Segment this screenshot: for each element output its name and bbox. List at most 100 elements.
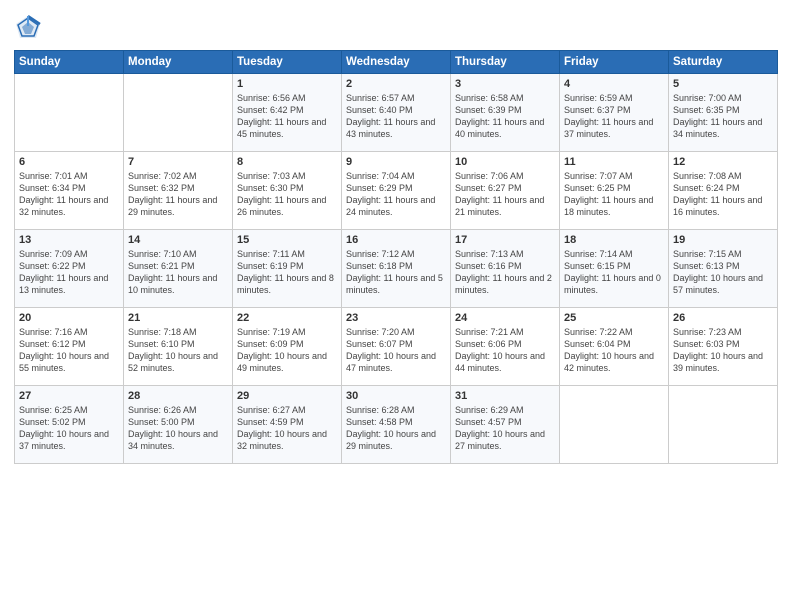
day-cell: 24 Sunrise: 7:21 AMSunset: 6:06 PMDayligh… [451, 308, 560, 386]
day-content: Sunrise: 6:26 AMSunset: 5:00 PMDaylight:… [128, 404, 228, 453]
day-content: Sunrise: 7:20 AMSunset: 6:07 PMDaylight:… [346, 326, 446, 375]
day-content: Sunrise: 7:21 AMSunset: 6:06 PMDaylight:… [455, 326, 555, 375]
day-number: 1 [237, 78, 337, 90]
day-content: Sunrise: 7:15 AMSunset: 6:13 PMDaylight:… [673, 248, 773, 297]
day-number: 6 [19, 156, 119, 168]
day-number: 23 [346, 312, 446, 324]
day-content: Sunrise: 7:00 AMSunset: 6:35 PMDaylight:… [673, 92, 773, 141]
day-number: 28 [128, 390, 228, 402]
calendar-page: SundayMondayTuesdayWednesdayThursdayFrid… [0, 0, 792, 612]
day-cell: 27Sunrise: 6:25 AMSunset: 5:02 PMDayligh… [15, 386, 124, 464]
day-content: Sunrise: 7:11 AMSunset: 6:19 PMDaylight:… [237, 248, 337, 297]
day-cell: 28 Sunrise: 6:26 AMSunset: 5:00 PMDayligh… [124, 386, 233, 464]
day-cell: 16 Sunrise: 7:12 AMSunset: 6:18 PMDayligh… [342, 230, 451, 308]
day-number: 24 [455, 312, 555, 324]
day-content: Sunrise: 7:02 AMSunset: 6:32 PMDaylight:… [128, 170, 228, 219]
day-content: Sunrise: 6:58 AMSunset: 6:39 PMDaylight:… [455, 92, 555, 141]
day-content: Sunrise: 6:59 AMSunset: 6:37 PMDaylight:… [564, 92, 664, 141]
col-header-sunday: Sunday [15, 51, 124, 74]
day-number: 26 [673, 312, 773, 324]
day-cell: 21Sunrise: 7:18 AMSunset: 6:10 PMDayligh… [124, 308, 233, 386]
day-number: 7 [128, 156, 228, 168]
day-cell: 2Sunrise: 6:57 AMSunset: 6:40 PMDaylight… [342, 74, 451, 152]
day-cell: 3 Sunrise: 6:58 AMSunset: 6:39 PMDaylight… [451, 74, 560, 152]
day-content: Sunrise: 6:28 AMSunset: 4:58 PMDaylight:… [346, 404, 446, 453]
col-header-monday: Monday [124, 51, 233, 74]
day-number: 30 [346, 390, 446, 402]
day-number: 17 [455, 234, 555, 246]
day-cell [124, 74, 233, 152]
day-number: 11 [564, 156, 664, 168]
day-cell [560, 386, 669, 464]
day-cell: 6 Sunrise: 7:01 AMSunset: 6:34 PMDaylight… [15, 152, 124, 230]
day-number: 19 [673, 234, 773, 246]
day-number: 31 [455, 390, 555, 402]
day-content: Sunrise: 7:19 AMSunset: 6:09 PMDaylight:… [237, 326, 337, 375]
day-cell: 11Sunrise: 7:07 AMSunset: 6:25 PMDayligh… [560, 152, 669, 230]
week-row-5: 27Sunrise: 6:25 AMSunset: 5:02 PMDayligh… [15, 386, 778, 464]
day-cell: 10Sunrise: 7:06 AMSunset: 6:27 PMDayligh… [451, 152, 560, 230]
calendar-table: SundayMondayTuesdayWednesdayThursdayFrid… [14, 50, 778, 464]
day-content: Sunrise: 7:08 AMSunset: 6:24 PMDaylight:… [673, 170, 773, 219]
day-number: 27 [19, 390, 119, 402]
day-cell: 8 Sunrise: 7:03 AMSunset: 6:30 PMDaylight… [233, 152, 342, 230]
header [14, 10, 778, 42]
day-content: Sunrise: 6:57 AMSunset: 6:40 PMDaylight:… [346, 92, 446, 141]
logo-icon [14, 14, 42, 42]
day-number: 22 [237, 312, 337, 324]
day-number: 4 [564, 78, 664, 90]
day-cell: 26Sunrise: 7:23 AMSunset: 6:03 PMDayligh… [669, 308, 778, 386]
day-number: 9 [346, 156, 446, 168]
day-cell: 12 Sunrise: 7:08 AMSunset: 6:24 PMDayligh… [669, 152, 778, 230]
day-content: Sunrise: 7:13 AMSunset: 6:16 PMDaylight:… [455, 248, 555, 297]
day-cell: 9 Sunrise: 7:04 AMSunset: 6:29 PMDaylight… [342, 152, 451, 230]
day-content: Sunrise: 7:12 AMSunset: 6:18 PMDaylight:… [346, 248, 446, 297]
col-header-tuesday: Tuesday [233, 51, 342, 74]
day-cell: 22 Sunrise: 7:19 AMSunset: 6:09 PMDayligh… [233, 308, 342, 386]
day-number: 15 [237, 234, 337, 246]
day-number: 12 [673, 156, 773, 168]
day-content: Sunrise: 6:27 AMSunset: 4:59 PMDaylight:… [237, 404, 337, 453]
day-number: 18 [564, 234, 664, 246]
day-number: 25 [564, 312, 664, 324]
week-row-3: 13 Sunrise: 7:09 AMSunset: 6:22 PMDayligh… [15, 230, 778, 308]
day-number: 5 [673, 78, 773, 90]
day-content: Sunrise: 7:03 AMSunset: 6:30 PMDaylight:… [237, 170, 337, 219]
day-cell: 14Sunrise: 7:10 AMSunset: 6:21 PMDayligh… [124, 230, 233, 308]
day-number: 3 [455, 78, 555, 90]
day-content: Sunrise: 7:04 AMSunset: 6:29 PMDaylight:… [346, 170, 446, 219]
day-content: Sunrise: 7:01 AMSunset: 6:34 PMDaylight:… [19, 170, 119, 219]
day-cell: 19 Sunrise: 7:15 AMSunset: 6:13 PMDayligh… [669, 230, 778, 308]
col-header-saturday: Saturday [669, 51, 778, 74]
day-content: Sunrise: 7:09 AMSunset: 6:22 PMDaylight:… [19, 248, 119, 297]
col-header-thursday: Thursday [451, 51, 560, 74]
day-cell: 5 Sunrise: 7:00 AMSunset: 6:35 PMDaylight… [669, 74, 778, 152]
week-row-2: 6 Sunrise: 7:01 AMSunset: 6:34 PMDaylight… [15, 152, 778, 230]
day-number: 16 [346, 234, 446, 246]
logo [14, 14, 46, 42]
day-number: 29 [237, 390, 337, 402]
day-number: 8 [237, 156, 337, 168]
day-cell: 1 Sunrise: 6:56 AMSunset: 6:42 PMDaylight… [233, 74, 342, 152]
day-content: Sunrise: 7:14 AMSunset: 6:15 PMDaylight:… [564, 248, 664, 297]
col-header-wednesday: Wednesday [342, 51, 451, 74]
day-cell: 7 Sunrise: 7:02 AMSunset: 6:32 PMDaylight… [124, 152, 233, 230]
day-cell: 29 Sunrise: 6:27 AMSunset: 4:59 PMDayligh… [233, 386, 342, 464]
day-cell: 15 Sunrise: 7:11 AMSunset: 6:19 PMDayligh… [233, 230, 342, 308]
week-row-4: 20 Sunrise: 7:16 AMSunset: 6:12 PMDayligh… [15, 308, 778, 386]
day-cell: 23 Sunrise: 7:20 AMSunset: 6:07 PMDayligh… [342, 308, 451, 386]
day-content: Sunrise: 6:56 AMSunset: 6:42 PMDaylight:… [237, 92, 337, 141]
day-number: 20 [19, 312, 119, 324]
day-number: 13 [19, 234, 119, 246]
day-content: Sunrise: 7:06 AMSunset: 6:27 PMDaylight:… [455, 170, 555, 219]
day-content: Sunrise: 7:22 AMSunset: 6:04 PMDaylight:… [564, 326, 664, 375]
day-content: Sunrise: 7:16 AMSunset: 6:12 PMDaylight:… [19, 326, 119, 375]
day-cell: 17 Sunrise: 7:13 AMSunset: 6:16 PMDayligh… [451, 230, 560, 308]
day-cell: 4 Sunrise: 6:59 AMSunset: 6:37 PMDaylight… [560, 74, 669, 152]
day-content: Sunrise: 7:18 AMSunset: 6:10 PMDaylight:… [128, 326, 228, 375]
day-cell: 20 Sunrise: 7:16 AMSunset: 6:12 PMDayligh… [15, 308, 124, 386]
day-cell: 31Sunrise: 6:29 AMSunset: 4:57 PMDayligh… [451, 386, 560, 464]
col-header-friday: Friday [560, 51, 669, 74]
day-cell: 18 Sunrise: 7:14 AMSunset: 6:15 PMDayligh… [560, 230, 669, 308]
day-content: Sunrise: 7:10 AMSunset: 6:21 PMDaylight:… [128, 248, 228, 297]
